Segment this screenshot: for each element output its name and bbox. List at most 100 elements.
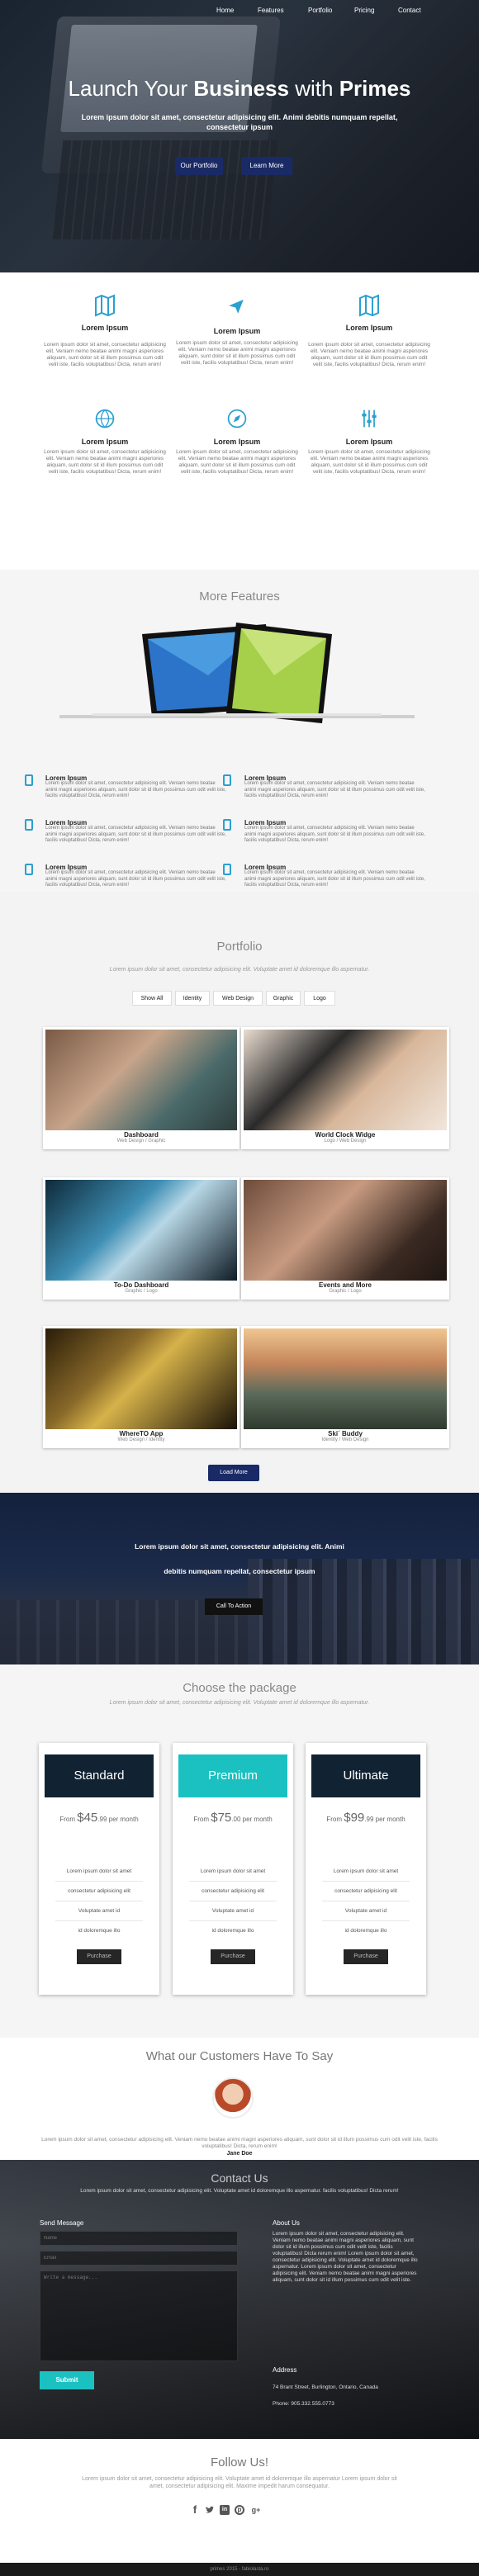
portfolio-card-subtitle: Web Design / Graphic — [116, 1139, 166, 1144]
purchase-button[interactable]: Purchase — [211, 1949, 255, 1964]
price-suffix: per month — [375, 1816, 405, 1823]
price-main: $75 — [211, 1811, 232, 1825]
plan-feature: id doloremque illo — [344, 1928, 387, 1934]
plan-price: From $99.99 per month — [306, 1811, 426, 1825]
pricing-card-ultimate: Ultimate From $99.99 per month Lorem ips… — [306, 1743, 426, 1995]
portfolio-card[interactable]: To-Do Dashboard Graphic / Logo — [43, 1177, 240, 1300]
compass-icon — [227, 409, 247, 429]
portfolio-card-title: To-Do Dashboard — [113, 1281, 169, 1289]
globe-icon — [95, 409, 115, 429]
nav-pricing[interactable]: Pricing — [354, 7, 374, 14]
plan-feature: Voluptate amet id — [55, 1908, 143, 1921]
plan-name: Premium — [178, 1754, 287, 1797]
feature-title: Lorem Ipsum — [213, 438, 261, 446]
filter-identity[interactable]: Identity — [175, 991, 210, 1006]
hero-title: Launch Your Business with Primes — [0, 76, 479, 102]
purchase-button[interactable]: Purchase — [344, 1949, 388, 1964]
portfolio-image — [244, 1328, 447, 1429]
google-plus-icon[interactable]: g+ — [249, 2505, 263, 2515]
portfolio-card[interactable]: WhereTO App Web Design / Identity — [43, 1326, 240, 1448]
portfolio-card-title: Events and More — [318, 1281, 372, 1289]
nav-features[interactable]: Features — [258, 7, 284, 14]
plan-feature: Lorem ipsum dolor sit amet — [55, 1868, 143, 1882]
hero-title-pre: Launch Your — [68, 76, 188, 101]
plan-feature: id doloremque illo — [211, 1928, 254, 1934]
features-section: Lorem Ipsum Lorem Ipsum Lorem Ipsum Lore… — [0, 272, 479, 570]
filter-logo[interactable]: Logo — [304, 991, 335, 1006]
call-to-action-button[interactable]: Call To Action — [205, 1598, 263, 1615]
linkedin-icon[interactable]: in — [220, 2505, 230, 2515]
mobile-icon — [223, 864, 231, 875]
submit-button[interactable]: Submit — [40, 2371, 94, 2389]
plan-feature: consectetur adipisicing elit — [55, 1888, 143, 1901]
more-item-text: Lorem ipsum dolor sit amet, consectetur … — [244, 826, 425, 843]
price-prefix: From — [193, 1816, 209, 1823]
twitter-icon[interactable] — [205, 2505, 215, 2515]
hero-title-bold: Business — [193, 76, 289, 101]
price-main: $45 — [77, 1811, 98, 1825]
plan-price: From $75.00 per month — [173, 1811, 293, 1825]
nav-contact[interactable]: Contact — [398, 7, 421, 14]
nav-home[interactable]: Home — [216, 7, 234, 14]
price-cents: .00 — [231, 1816, 241, 1823]
mobile-icon — [25, 819, 33, 831]
plan-feature: Voluptate amet id — [189, 1908, 277, 1921]
hero-title-post: with — [295, 76, 334, 101]
price-prefix: From — [326, 1816, 342, 1823]
portfolio-card-subtitle: Identity / Web Design — [321, 1437, 369, 1442]
portfolio-card[interactable]: World Clock Widge Logo / Web Design — [241, 1027, 449, 1149]
portfolio-card[interactable]: Events and More Graphic / Logo — [241, 1177, 449, 1300]
plan-feature: consectetur adipisicing elit — [189, 1888, 277, 1901]
testimonial-author: Jane Doe — [226, 2151, 253, 2157]
purchase-button[interactable]: Purchase — [77, 1949, 121, 1964]
portfolio-card[interactable]: Dashboard Web Design / Graphic — [43, 1027, 240, 1149]
mobile-icon — [223, 819, 231, 831]
message-textarea[interactable] — [40, 2271, 238, 2361]
nav-portfolio[interactable]: Portfolio — [308, 7, 332, 14]
more-item-text: Lorem ipsum dolor sit amet, consectetur … — [45, 826, 226, 843]
filter-graphic[interactable]: Graphic — [266, 991, 301, 1006]
call-to-action-section: Lorem ipsum dolor sit amet, consectetur … — [0, 1493, 479, 1664]
plan-name: Standard — [45, 1754, 154, 1797]
feature-title: Lorem Ipsum — [345, 438, 393, 446]
feature-text: Lorem ipsum dolor sit amet, consectetur … — [44, 342, 166, 367]
name-input[interactable] — [40, 2231, 238, 2246]
customer-avatar — [212, 2077, 254, 2119]
filter-show-all[interactable]: Show All — [132, 991, 172, 1006]
more-item-text: Lorem ipsum dolor sit amet, consectetur … — [244, 870, 425, 888]
map-icon-2 — [359, 294, 379, 317]
email-input[interactable] — [40, 2251, 238, 2266]
address-text: 74 Brant Street, Burlington, Ontario, Ca… — [273, 2384, 378, 2390]
plan-name: Ultimate — [311, 1754, 420, 1797]
our-portfolio-button[interactable]: Our Portfolio — [175, 157, 223, 175]
price-main: $99 — [344, 1811, 365, 1825]
pricing-card-standard: Standard From $45.99 per month Lorem ips… — [39, 1743, 159, 1995]
load-more-button[interactable]: Load More — [208, 1465, 259, 1481]
portfolio-image — [45, 1030, 237, 1130]
hero-section: Home Features Portfolio Pricing Contact … — [0, 0, 479, 272]
plan-feature: Voluptate amet id — [322, 1908, 410, 1921]
about-us-text: Lorem ipsum dolor sit amet, consectetur … — [273, 2231, 418, 2283]
plan-feature: Lorem ipsum dolor sit amet — [322, 1868, 410, 1882]
more-features-title: More Features — [199, 590, 280, 604]
price-cents: .99 — [364, 1816, 374, 1823]
follow-title: Follow Us! — [210, 2455, 268, 2469]
plan-price: From $45.99 per month — [39, 1811, 159, 1825]
price-cents: .99 — [97, 1816, 107, 1823]
portfolio-card-subtitle: Graphic / Logo — [329, 1289, 362, 1294]
pinterest-icon[interactable]: p — [235, 2505, 244, 2515]
learn-more-button[interactable]: Learn More — [241, 157, 292, 175]
testimonials-section: What our Customers Have To Say Lorem ips… — [0, 2038, 479, 2160]
portfolio-card[interactable]: Ski´ Buddy Identity / Web Design — [241, 1326, 449, 1448]
mobile-icon — [25, 774, 33, 786]
cta-line-2: debitis numquam repellat, consectetur ip… — [164, 1567, 315, 1575]
more-item-text: Lorem ipsum dolor sit amet, consectetur … — [45, 781, 226, 798]
facebook-icon[interactable]: f — [190, 2504, 200, 2515]
feature-title: Lorem Ipsum — [345, 324, 393, 332]
price-suffix: per month — [108, 1816, 139, 1823]
contact-section: Contact Us Lorem ipsum dolor sit amet, c… — [0, 2160, 479, 2439]
price-prefix: From — [59, 1816, 75, 1823]
portfolio-subtitle: Lorem ipsum dolor sit amet, consectetur … — [109, 967, 370, 973]
filter-web-design[interactable]: Web Design — [213, 991, 263, 1006]
devices-illustration — [59, 623, 415, 723]
